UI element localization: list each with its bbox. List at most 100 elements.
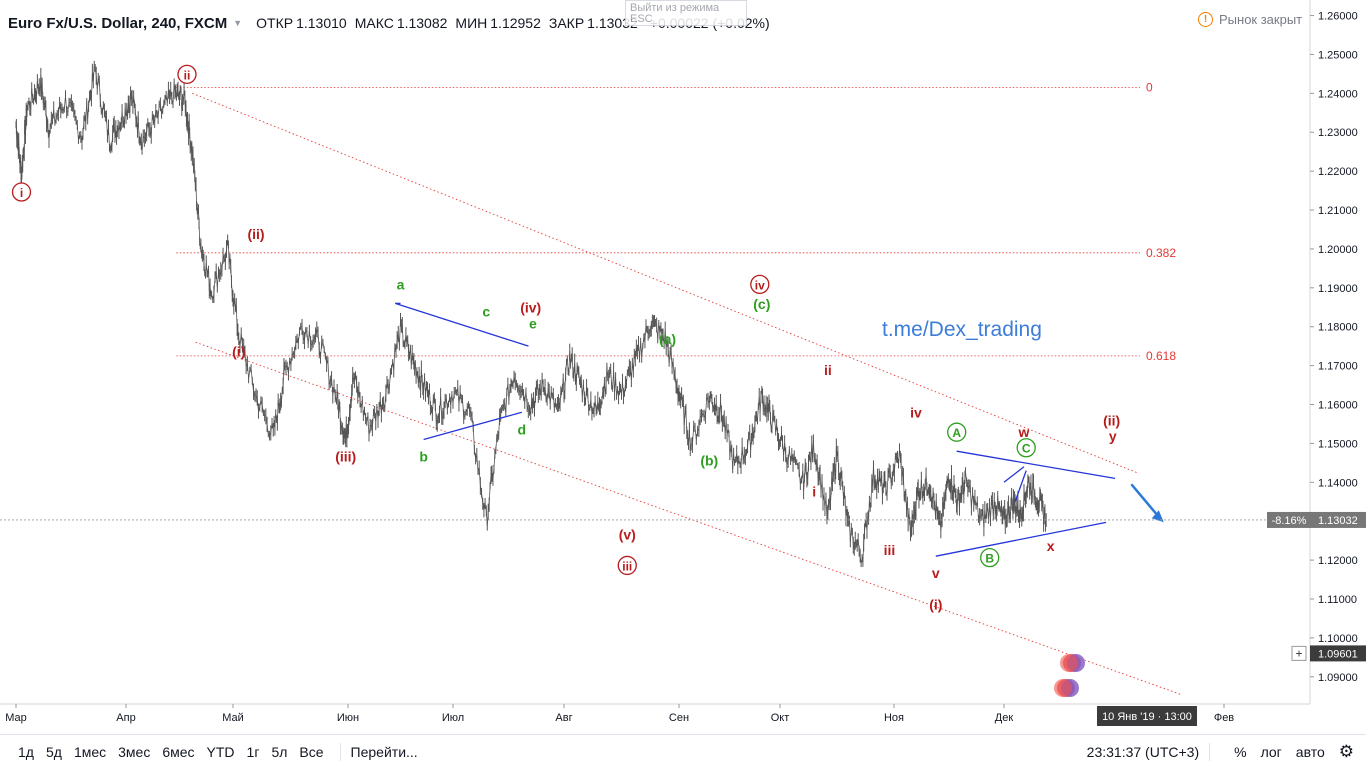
wave-label: c bbox=[482, 304, 490, 320]
chevron-down-icon[interactable]: ▼ bbox=[233, 18, 242, 28]
y-tick-label: 1.22000 bbox=[1318, 166, 1358, 178]
wave-label: (ii) bbox=[247, 226, 264, 242]
y-tick-label: 1.11000 bbox=[1318, 594, 1357, 606]
y-tick-label: 1.23000 bbox=[1318, 127, 1358, 139]
wave-label: B bbox=[985, 552, 994, 566]
y-tick-label: 1.12000 bbox=[1318, 555, 1358, 567]
timeframe-0[interactable]: 1д bbox=[12, 744, 40, 760]
timeframe-4[interactable]: 6мес bbox=[156, 744, 200, 760]
channel-lower-line bbox=[195, 341, 1181, 695]
gear-icon[interactable]: ⚙ bbox=[1339, 742, 1354, 762]
wave-label: i bbox=[812, 484, 816, 500]
log-scale-button[interactable]: лог bbox=[1261, 744, 1282, 760]
plus-icon-glyph: + bbox=[1295, 646, 1302, 660]
wave-label: (i) bbox=[929, 596, 942, 612]
wave-label: A bbox=[952, 426, 961, 440]
wave-label: i bbox=[20, 186, 23, 200]
crosshair-price-label: 1.09601 bbox=[1318, 648, 1358, 660]
y-tick-label: 1.09000 bbox=[1318, 672, 1358, 684]
y-tick-label: 1.19000 bbox=[1318, 283, 1358, 295]
popup-hint: ESC bbox=[630, 13, 653, 25]
divider bbox=[339, 742, 341, 761]
wave-label: (i) bbox=[232, 343, 245, 359]
high-price: МАКС 1.13082 bbox=[354, 15, 448, 31]
y-tick-label: 1.26000 bbox=[1318, 11, 1358, 23]
open-price: ОТКР 1.13010 bbox=[256, 15, 347, 31]
x-tick-label: Май bbox=[222, 712, 244, 724]
triangle-upper-line bbox=[395, 302, 529, 347]
wave-label: (a) bbox=[659, 331, 676, 347]
y-tick-label: 1.16000 bbox=[1318, 400, 1358, 412]
x-tick-label: Фев bbox=[1214, 712, 1234, 724]
wave-label: (ii) bbox=[1103, 413, 1120, 429]
percent-scale-button[interactable]: % bbox=[1234, 744, 1246, 760]
y-tick-label: 1.21000 bbox=[1318, 205, 1358, 217]
wave-label: iv bbox=[910, 405, 922, 421]
wave-label: y bbox=[1109, 428, 1117, 444]
wave-label: b bbox=[419, 449, 428, 465]
fib-level-label: 0 bbox=[1146, 81, 1153, 95]
clock[interactable]: 23:31:37 (UTC+3) bbox=[1087, 744, 1199, 760]
alert-circle-icon: ! bbox=[1198, 12, 1213, 27]
x-tick-label: Сен bbox=[669, 712, 689, 724]
wave-label: d bbox=[518, 421, 527, 437]
triangle-upper-line bbox=[956, 450, 1116, 480]
market-status: ! Рынок закрыт bbox=[1198, 12, 1302, 27]
y-tick-label: 1.10000 bbox=[1318, 633, 1358, 645]
auto-scale-button[interactable]: авто bbox=[1296, 744, 1325, 760]
wave-label: x bbox=[1047, 538, 1055, 554]
y-tick-label: 1.25000 bbox=[1318, 49, 1358, 61]
event-badge-icon bbox=[1060, 654, 1085, 672]
symbol-title[interactable]: Euro Fx/U.S. Dollar, 240, FXCM bbox=[8, 15, 227, 32]
crosshair-time-label: 10 Янв '19 · 13:00 bbox=[1102, 711, 1192, 723]
timeframe-3[interactable]: 3мес bbox=[112, 744, 156, 760]
fib-level-label: 0.382 bbox=[1146, 246, 1176, 260]
low-price: МИН 1.12952 bbox=[455, 15, 541, 31]
y-tick-label: 1.18000 bbox=[1318, 322, 1358, 334]
timeframe-8[interactable]: Все bbox=[293, 744, 329, 760]
y-tick-label: 1.24000 bbox=[1318, 88, 1358, 100]
x-tick-label: Мар bbox=[5, 712, 27, 724]
wave-label: w bbox=[1018, 424, 1030, 440]
bottom-right-controls: 23:31:37 (UTC+3) % лог авто ⚙ bbox=[1073, 742, 1354, 762]
y-tick-label: 1.15000 bbox=[1318, 438, 1358, 450]
timeframe-2[interactable]: 1мес bbox=[68, 744, 112, 760]
y-tick-label: 1.14000 bbox=[1318, 477, 1358, 489]
wave-label: (iv) bbox=[520, 300, 541, 316]
x-tick-label: Авг bbox=[555, 712, 572, 724]
x-tick-label: Июл bbox=[442, 712, 464, 724]
wave-label: ii bbox=[824, 362, 832, 378]
sub-triangle-line bbox=[1003, 466, 1025, 483]
wave-label: (iii) bbox=[335, 449, 356, 465]
timeframe-6[interactable]: 1г bbox=[241, 744, 266, 760]
wave-label: (c) bbox=[753, 296, 770, 312]
triangle-lower-line bbox=[935, 521, 1107, 557]
wave-label: v bbox=[932, 565, 940, 581]
x-tick-label: Ноя bbox=[884, 712, 904, 724]
market-status-text: Рынок закрыт bbox=[1219, 12, 1303, 27]
wave-label: iii bbox=[622, 559, 632, 573]
x-tick-label: Апр bbox=[116, 712, 135, 724]
fullscreen-exit-popup[interactable]: Выйти из режима ESC bbox=[625, 0, 747, 26]
timeframe-7[interactable]: 5л bbox=[265, 744, 293, 760]
x-tick-label: Окт bbox=[771, 712, 790, 724]
fib-level-label: 0.618 bbox=[1146, 349, 1176, 363]
last-price-label: 1.13032 bbox=[1318, 515, 1358, 527]
x-tick-label: Июн bbox=[337, 712, 359, 724]
wave-label: e bbox=[529, 315, 537, 331]
last-change-label: -8.16% bbox=[1272, 515, 1307, 527]
event-badge-icon bbox=[1054, 679, 1079, 697]
watermark-text: t.me/Dex_trading bbox=[882, 318, 1042, 341]
wave-label: iv bbox=[755, 278, 765, 292]
divider bbox=[1209, 742, 1211, 761]
wave-label: a bbox=[397, 276, 405, 292]
wave-label: (b) bbox=[700, 452, 718, 468]
wave-label: C bbox=[1022, 442, 1031, 456]
goto-date-button[interactable]: Перейти... bbox=[351, 744, 418, 760]
price-chart[interactable]: 1.090001.100001.110001.120001.130001.140… bbox=[0, 0, 1366, 734]
timeframe-1[interactable]: 5д bbox=[40, 744, 68, 760]
wave-label: (v) bbox=[619, 526, 636, 542]
timeframe-5[interactable]: YTD bbox=[201, 744, 241, 760]
timeframe-selector: 1д 5д 1мес 3мес 6мес YTD 1г 5л Все bbox=[12, 744, 330, 760]
channel-upper-line bbox=[192, 92, 1137, 473]
